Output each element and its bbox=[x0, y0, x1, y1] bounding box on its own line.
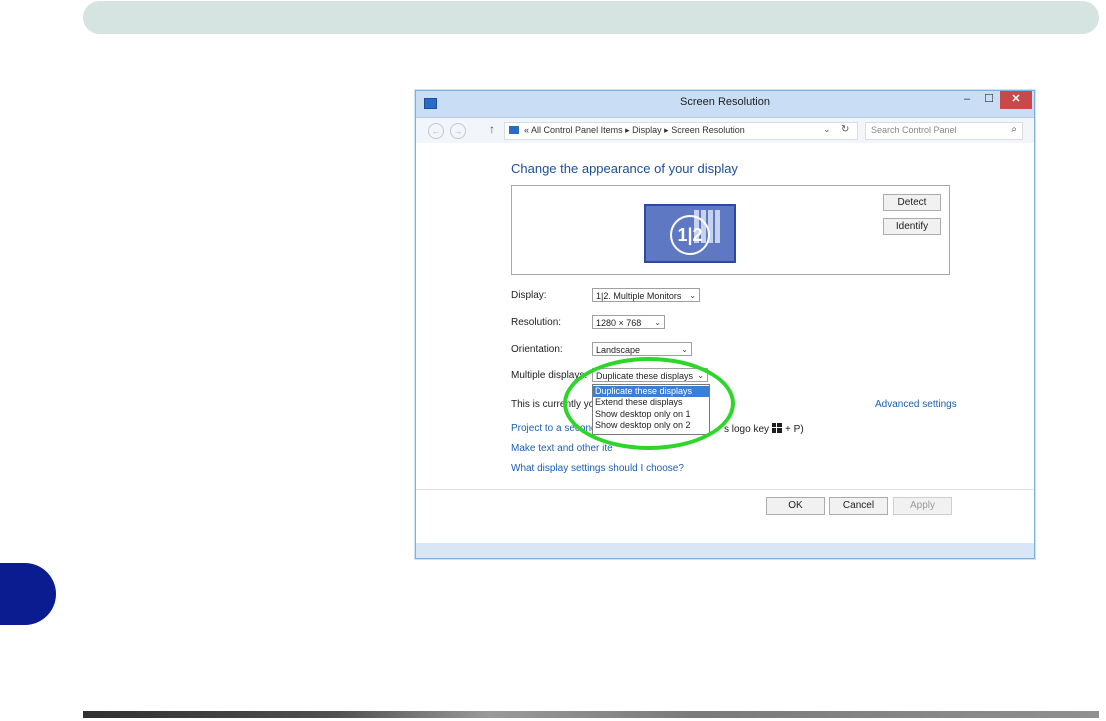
logo-key-text: s logo key bbox=[724, 424, 770, 435]
page-title: Change the appearance of your display bbox=[511, 161, 738, 176]
shortcut-suffix: + P) bbox=[785, 424, 804, 435]
breadcrumb: « All Control Panel Items ▸ Display ▸ Sc… bbox=[524, 125, 745, 136]
apply-button[interactable]: Apply bbox=[893, 497, 952, 515]
monitor-number-label: 1|2 bbox=[670, 215, 710, 255]
cancel-button[interactable]: Cancel bbox=[829, 497, 888, 515]
monitor-icon[interactable]: 1|2 bbox=[644, 204, 736, 263]
refresh-icon[interactable]: ↻ bbox=[841, 124, 849, 135]
window-title: Screen Resolution bbox=[680, 96, 770, 108]
forward-button[interactable]: → bbox=[450, 123, 466, 139]
ok-button[interactable]: OK bbox=[766, 497, 825, 515]
back-button[interactable]: ← bbox=[428, 123, 444, 139]
footer-rule bbox=[83, 711, 1099, 718]
chapter-tab bbox=[0, 563, 56, 625]
breadcrumb-item-display[interactable]: Display bbox=[632, 125, 662, 135]
advanced-settings-link[interactable]: Advanced settings bbox=[875, 399, 957, 410]
window-bottom-border bbox=[416, 543, 1034, 558]
search-placeholder: Search Control Panel bbox=[871, 125, 957, 135]
breadcrumb-overflow[interactable]: « bbox=[524, 125, 529, 135]
make-text-larger-link[interactable]: Make text and other ite bbox=[511, 443, 613, 454]
close-button[interactable]: ✕ bbox=[1000, 91, 1032, 109]
control-panel-icon bbox=[509, 126, 519, 134]
monitor-preview-area: 1|2 Detect Identify bbox=[511, 185, 950, 275]
search-input[interactable]: Search Control Panel ⌕ bbox=[865, 122, 1023, 140]
breadcrumb-item-control-panel[interactable]: All Control Panel Items bbox=[531, 125, 623, 135]
minimize-button[interactable]: – bbox=[956, 91, 978, 109]
display-settings-help-link[interactable]: What display settings should I choose? bbox=[511, 463, 684, 474]
detect-button[interactable]: Detect bbox=[883, 194, 941, 211]
maximize-button[interactable]: ☐ bbox=[978, 91, 1000, 109]
chevron-down-icon[interactable]: ⌄ bbox=[823, 124, 831, 135]
screen-resolution-window: Screen Resolution – ☐ ✕ ← → ↑ « All Cont… bbox=[415, 90, 1035, 559]
orientation-value: Landscape bbox=[596, 345, 641, 355]
search-icon[interactable]: ⌕ bbox=[1011, 124, 1017, 135]
display-value: 1|2. Multiple Monitors bbox=[596, 291, 682, 301]
up-arrow-icon[interactable]: ↑ bbox=[489, 122, 495, 136]
chevron-down-icon: ⌄ bbox=[681, 345, 688, 354]
chevron-down-icon: ⌄ bbox=[654, 318, 661, 327]
orientation-label: Orientation: bbox=[511, 344, 563, 355]
display-label: Display: bbox=[511, 290, 547, 301]
identify-button[interactable]: Identify bbox=[883, 218, 941, 235]
chevron-down-icon: ⌄ bbox=[689, 291, 696, 300]
page-header-bar bbox=[83, 1, 1099, 34]
breadcrumb-item-screen-resolution[interactable]: Screen Resolution bbox=[671, 125, 745, 135]
highlight-ellipse bbox=[563, 357, 735, 450]
resolution-select[interactable]: 1280 × 768 ⌄ bbox=[592, 315, 665, 329]
navigation-bar: ← → ↑ « All Control Panel Items ▸ Displa… bbox=[416, 118, 1034, 143]
resolution-value: 1280 × 768 bbox=[596, 318, 642, 328]
title-bar: Screen Resolution – ☐ ✕ bbox=[416, 91, 1034, 118]
windows-logo-icon bbox=[772, 423, 783, 433]
resolution-label: Resolution: bbox=[511, 317, 562, 328]
project-shortcut-text: s logo key + P) bbox=[724, 423, 804, 435]
divider bbox=[416, 489, 1034, 490]
display-select[interactable]: 1|2. Multiple Monitors ⌄ bbox=[592, 288, 700, 302]
orientation-select[interactable]: Landscape ⌄ bbox=[592, 342, 692, 356]
address-bar[interactable]: « All Control Panel Items ▸ Display ▸ Sc… bbox=[504, 122, 858, 140]
